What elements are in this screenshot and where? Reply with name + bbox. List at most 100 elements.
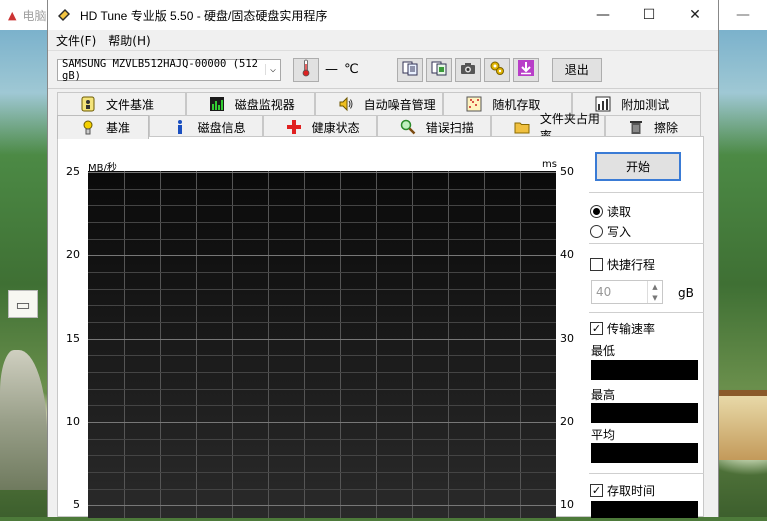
screenshot-button[interactable] [454,57,481,82]
desktop-shortcut-icon[interactable]: ▭ [8,290,38,318]
folder-icon [514,119,530,135]
info-person-icon [80,96,96,112]
tab-benchmark[interactable]: 基准 [57,115,149,139]
tab-row-front: 基准 磁盘信息 健康状态 错误扫描 文件夹占用 擦除 [57,112,702,143]
drive-select-value: SAMSUNG MZVLB512HAJQ-00000 (512 gB) [62,57,258,82]
short-stroke-stepper[interactable]: 40 ▲ ▼ [591,280,663,304]
tab-file-benchmark[interactable]: 文件基准 [57,92,186,115]
tab-disk-info[interactable]: 磁盘信息 [148,115,263,138]
hdtune-app-icon [56,7,72,23]
tab-row-back: 文件基准 磁盘监视器 自动噪音管理 随机存取 附加测试 [57,92,701,115]
short-stroke-option[interactable]: 快捷行程 [590,256,655,273]
write-label: 写入 [607,225,632,239]
min-label: 最低 [591,344,616,358]
access-time-value-box [591,501,698,518]
plot-background [88,171,556,518]
speaker-icon [338,96,354,112]
start-button[interactable]: 开始 [595,152,681,181]
y-tick-label-right: 40 [560,248,574,262]
tab-disk-monitor[interactable]: 磁盘监视器 [185,92,315,115]
copy-screenshot-button[interactable] [425,57,452,82]
separator [589,192,704,193]
tab-error-scan[interactable]: 错误扫描 [376,115,491,138]
save-button[interactable] [512,57,539,82]
y-tick-label-right: 10 [560,498,574,512]
read-option[interactable]: 读取 [590,203,631,220]
health-cross-icon [286,119,302,135]
max-label: 最高 [591,388,616,402]
background-window-title: ▲ 电脑 [0,0,47,30]
tab-noise-management[interactable]: 自动噪音管理 [314,92,444,115]
menu-help[interactable]: 帮助(H) [106,32,160,49]
short-stroke-value: 40 [596,285,612,299]
read-radio[interactable] [590,205,603,218]
y-tick-label-left: 15 [66,331,80,345]
tab-label: 磁盘监视器 [234,97,295,112]
tab-label: 随机存取 [492,97,541,112]
y-tick-label-left: 25 [66,165,80,178]
tab-label: 健康状态 [311,120,360,135]
y-tick-label-right: 30 [560,331,574,345]
tab-health[interactable]: 健康状态 [262,115,377,138]
benchmark-chart [88,171,556,518]
copy-info-icon [402,60,418,79]
hdtune-window: HD Tune 专业版 5.50 - 硬盘/固态硬盘实用程序 — ☐ ✕ 文件(… [47,0,719,518]
background-window-minimize-icon[interactable]: — [719,0,767,30]
tab-erase[interactable]: 擦除 [604,115,702,138]
access-time-option[interactable]: ✓ 存取时间 [590,482,655,499]
short-stroke-unit: gB [678,286,694,300]
y-tick-label-left: 20 [66,248,80,262]
write-option[interactable]: 写入 [590,223,631,240]
transfer-rate-checkbox[interactable]: ✓ [590,322,603,335]
magnifier-icon [400,119,416,135]
tab-label: 擦除 [653,120,678,135]
access-time-checkbox[interactable]: ✓ [590,484,603,497]
background-app-icon: ▲ [8,8,17,22]
desktop-rock-scenery [0,350,47,490]
temperature-button[interactable] [293,57,319,82]
maximize-button[interactable]: ☐ [626,0,672,30]
y-tick-label-left: 10 [66,414,80,428]
stepper-arrows[interactable]: ▲ ▼ [647,281,662,303]
avg-value-box [591,443,698,463]
transfer-rate-option[interactable]: ✓ 传输速率 [590,320,655,337]
avg-label: 平均 [591,428,616,442]
bar-chart-icon [209,96,225,112]
access-time-label: 存取时间 [607,484,656,498]
minimize-button[interactable]: — [580,0,626,30]
copy-info-button[interactable] [396,57,423,82]
tab-label: 基准 [106,121,131,135]
chevron-down-icon[interactable]: ▼ [652,294,657,302]
thermometer-icon [301,59,311,80]
chevron-up-icon[interactable]: ▲ [652,283,657,291]
transfer-rate-label: 传输速率 [607,322,656,336]
close-button[interactable]: ✕ [672,0,718,30]
y-tick-label-left: 5 [73,498,80,512]
desktop-temple-scenery [719,390,767,460]
tab-strip: 文件基准 磁盘监视器 自动噪音管理 随机存取 附加测试 基准 磁盘信息 健康状态… [48,92,718,143]
info-icon [172,119,188,135]
tab-label: 磁盘信息 [197,120,246,135]
save-icon [517,59,535,80]
title-bar[interactable]: HD Tune 专业版 5.50 - 硬盘/固态硬盘实用程序 — ☐ ✕ [48,0,718,30]
chevron-down-icon: ⌵ [264,64,276,75]
benchmark-plot-area [88,171,556,518]
drive-select[interactable]: SAMSUNG MZVLB512HAJQ-00000 (512 gB) ⌵ [57,57,281,82]
camera-icon [460,60,476,79]
exit-button[interactable]: 退出 [551,57,602,82]
short-stroke-label: 快捷行程 [607,258,656,272]
benchmark-panel: MB/秒 ms 开始 读取 写入 快捷行程 40 ▲ ▼ gB ✓ 传输速率 最… [57,136,704,518]
menu-bar: 文件(F) 帮助(H) [48,30,718,51]
tab-folder-usage[interactable]: 文件夹占用率 [490,112,605,143]
options-button[interactable] [483,57,510,82]
menu-file[interactable]: 文件(F) [54,32,106,49]
tab-label: 错误扫描 [425,120,474,135]
separator [589,473,704,474]
tab-label: 文件基准 [106,97,155,112]
write-radio[interactable] [590,225,603,238]
copy-screenshot-icon [431,60,447,79]
settings-icon [489,60,505,79]
separator [589,243,704,244]
desktop-right-strip: — [719,0,767,517]
short-stroke-checkbox[interactable] [590,258,603,271]
